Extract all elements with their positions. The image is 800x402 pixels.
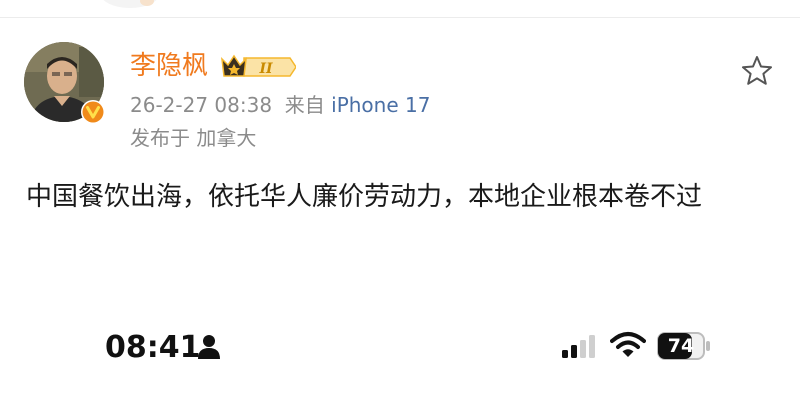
post-meta: 26-2-27 08:38 来自 iPhone 17 [130, 92, 430, 118]
person-icon [198, 335, 220, 359]
star-outline-icon[interactable] [740, 54, 774, 88]
weibo-post-screen: 李隐枫 II 26-2-27 08:38 来自 iPhone 17 发布于 加拿… [0, 0, 800, 402]
status-bar-time: 08:41 [105, 330, 201, 365]
author-name[interactable]: 李隐枫 [130, 50, 208, 82]
wifi-icon [610, 332, 646, 357]
avatar[interactable] [24, 42, 105, 124]
post-time: 26-2-27 08:38 [130, 93, 273, 117]
cellular-signal-icon [562, 335, 595, 358]
member-level-text: II [258, 61, 273, 77]
post-location: 发布于 加拿大 [130, 126, 257, 150]
source-prefix: 来自 [284, 93, 325, 117]
crown-member-icon: II [221, 54, 296, 77]
previous-item-badge-remnant [140, 0, 154, 6]
divider [0, 17, 800, 18]
post-device[interactable]: iPhone 17 [331, 93, 430, 117]
battery-level: 74 [667, 335, 695, 357]
post-content: 中国餐饮出海，依托华人廉价劳动力，本地企业根本卷不过 [26, 182, 703, 212]
verified-v-icon [81, 100, 105, 124]
